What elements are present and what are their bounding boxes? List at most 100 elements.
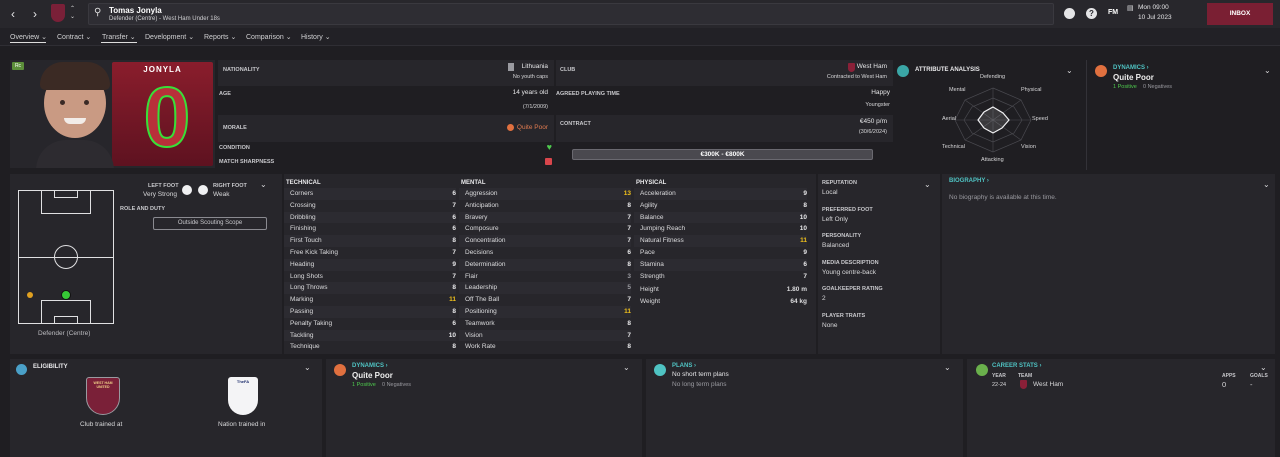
attribute-label: Vision — [465, 331, 483, 339]
top-bar: ‹ › ⌃ ⌄ ⚲ Tomas Jonyla Defender (Centre) … — [0, 0, 1280, 28]
club-trained-caption: Club trained at — [80, 421, 123, 428]
dynamics-bottom-panel: DYNAMICS › Quite Poor 1 Positive 0 Negat… — [326, 359, 642, 457]
side-info-label: REPUTATION — [822, 180, 857, 186]
career-title[interactable]: CAREER STATS › — [992, 363, 1041, 369]
attribute-row[interactable]: Corners 6 — [284, 188, 456, 200]
attribute-row[interactable]: Free Kick Taking 7 — [284, 247, 456, 259]
attribute-row[interactable]: Leadership 5 — [459, 282, 631, 295]
tab-comparison[interactable]: Comparison ⌄ — [246, 33, 292, 41]
sharpness-label: MATCH SHARPNESS — [219, 159, 275, 165]
weight-label: Weight — [640, 298, 661, 305]
scouting-scope-button[interactable]: Outside Scouting Scope — [153, 217, 267, 230]
tab-contract[interactable]: Contract ⌄ — [57, 33, 91, 41]
attribute-row[interactable]: Natural Fitness 11 — [634, 235, 807, 247]
tab-development[interactable]: Development ⌄ — [145, 33, 194, 41]
attribute-row[interactable]: Concentration 7 — [459, 235, 631, 247]
attribute-row[interactable]: Pace 9 — [634, 247, 807, 259]
attribute-row[interactable]: Positioning 11 — [459, 305, 631, 318]
globe-icon[interactable] — [1064, 8, 1075, 19]
attribute-row[interactable]: Acceleration 9 — [634, 188, 807, 200]
attribute-row[interactable]: Teamwork 8 — [459, 318, 631, 330]
fm-menu[interactable]: FM — [1108, 9, 1118, 16]
chevron-down-icon[interactable]: ⌄ — [1066, 66, 1073, 75]
attribute-row[interactable]: Marking 11 — [284, 294, 456, 306]
career-team[interactable]: West Ham — [1033, 381, 1063, 388]
player-subtitle: Defender (Centre) - West Ham Under 18s — [109, 16, 220, 22]
dynamics-icon — [334, 364, 346, 376]
biography-title[interactable]: BIOGRAPHY › — [949, 178, 989, 184]
player-switch-icon[interactable]: ⌃ ⌄ — [70, 5, 75, 21]
tab-overview[interactable]: Overview ⌄ — [10, 33, 47, 41]
club-crest-icon[interactable] — [51, 4, 65, 22]
attribute-label: Stamina — [640, 260, 664, 268]
dynamics-title[interactable]: DYNAMICS › — [352, 363, 388, 369]
attribute-row[interactable]: Decisions 6 — [459, 247, 631, 259]
attribute-row[interactable]: Heading 9 — [284, 258, 456, 271]
attribute-row[interactable]: Tackling 10 — [284, 329, 456, 342]
tab-bar: Overview ⌄ Contract ⌄ Transfer ⌄ Develop… — [0, 28, 1280, 46]
technical-list: Corners 6 Crossing 7 Dribbling 6 Finishing 6 Fir… — [284, 188, 456, 353]
attribute-label: Marking — [290, 296, 314, 304]
attribute-row[interactable]: Technique 8 — [284, 341, 456, 353]
club-label: CLUB — [560, 67, 576, 73]
chevron-down-icon[interactable]: ⌄ — [1263, 180, 1270, 189]
attribute-analysis-panel: ATTRIBUTE ANALYSIS ⌄ Defending Physical … — [896, 60, 1080, 170]
chevron-down-icon[interactable]: ⌄ — [924, 180, 931, 189]
inbox-button[interactable]: INBOX — [1207, 3, 1273, 25]
attribute-label: Dribbling — [290, 213, 316, 221]
side-info-label[interactable]: PLAYER TRAITS — [822, 313, 865, 319]
forward-icon[interactable]: › — [28, 5, 42, 23]
attribute-row[interactable]: Bravery 7 — [459, 211, 631, 224]
attribute-row[interactable]: Determination 8 — [459, 258, 631, 271]
attribute-row[interactable]: Agility 8 — [634, 200, 807, 212]
crest-text: TheFA — [236, 379, 250, 384]
chevron-down-icon[interactable]: ⌄ — [944, 363, 951, 372]
attribute-row[interactable]: Passing 8 — [284, 305, 456, 318]
attribute-row[interactable]: First Touch 8 — [284, 235, 456, 247]
attribute-row[interactable]: Balance 10 — [634, 211, 807, 224]
attribute-row[interactable]: Strength 7 — [634, 271, 807, 283]
tab-label: Overview — [10, 34, 40, 41]
player-title: Tomas Jonyla — [109, 6, 162, 15]
plans-title[interactable]: PLANS › — [672, 363, 696, 369]
back-icon[interactable]: ‹ — [6, 5, 20, 23]
chevron-down-icon[interactable]: ⌄ — [1264, 66, 1271, 75]
attribute-row[interactable]: Long Throws 8 — [284, 282, 456, 295]
dynamics-title[interactable]: DYNAMICS › — [1113, 65, 1149, 71]
attribute-row[interactable]: Off The Ball 7 — [459, 294, 631, 306]
attribute-row[interactable]: Vision 7 — [459, 329, 631, 342]
attribute-value: 7 — [627, 225, 631, 233]
chevron-down-icon[interactable]: ⌄ — [304, 363, 311, 372]
attribute-row[interactable]: Composure 7 — [459, 223, 631, 235]
attribute-value: 6 — [452, 190, 456, 197]
chevron-down-icon[interactable]: ⌄ — [623, 363, 630, 372]
nationality-value[interactable]: Lithuania — [522, 63, 548, 70]
attribute-row[interactable]: Aggression 13 — [459, 188, 631, 200]
attribute-label: Positioning — [465, 307, 497, 315]
attribute-value: 8 — [627, 201, 631, 209]
tab-history[interactable]: History ⌄ — [301, 33, 331, 41]
chevron-down-icon[interactable]: ⌄ — [1260, 363, 1267, 372]
attribute-row[interactable]: Penalty Taking 6 — [284, 318, 456, 330]
tab-transfer[interactable]: Transfer ⌄ — [102, 33, 136, 41]
attribute-row[interactable]: Stamina 6 — [634, 258, 807, 271]
tab-reports[interactable]: Reports ⌄ — [204, 33, 236, 41]
age-value: 14 years old — [512, 89, 548, 96]
radar-label: Technical — [942, 144, 965, 150]
player-header-bar[interactable]: ⚲ Tomas Jonyla Defender (Centre) - West … — [88, 3, 1054, 25]
attribute-row[interactable]: Jumping Reach 10 — [634, 223, 807, 235]
radar-label: Physical — [1021, 87, 1042, 93]
attribute-value: 8 — [627, 260, 631, 268]
attribute-row[interactable]: Crossing 7 — [284, 200, 456, 212]
attribute-row[interactable]: Dribbling 6 — [284, 211, 456, 224]
attribute-row[interactable]: Finishing 6 — [284, 223, 456, 235]
help-icon[interactable]: ? — [1086, 8, 1097, 19]
attribute-row[interactable]: Long Shots 7 — [284, 271, 456, 283]
club-value[interactable]: West Ham — [857, 63, 887, 70]
attribute-value: 7 — [452, 272, 456, 280]
attribute-row[interactable]: Anticipation 8 — [459, 200, 631, 212]
attribute-row[interactable]: Flair 3 — [459, 271, 631, 283]
chevron-down-icon[interactable]: ⌄ — [260, 180, 267, 189]
attribute-row[interactable]: Work Rate 8 — [459, 341, 631, 353]
attribute-value: 7 — [627, 296, 631, 304]
